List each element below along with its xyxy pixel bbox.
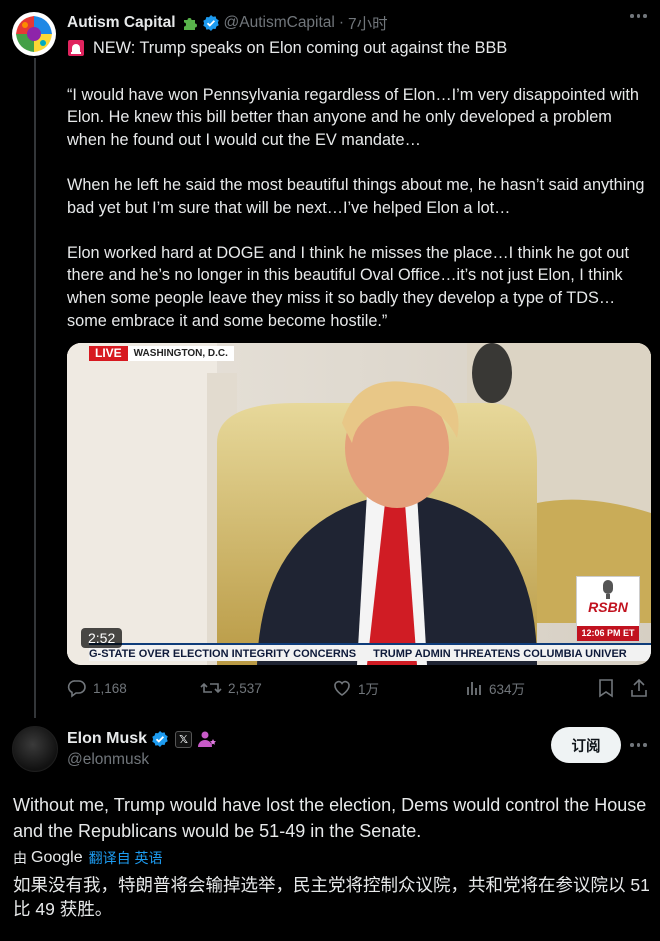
bookmark-icon (599, 679, 613, 698)
video-frame (67, 343, 651, 665)
analytics-icon (467, 682, 481, 695)
heart-icon (334, 680, 350, 696)
translate-prefix: 由 (13, 850, 27, 866)
separator-dot: · (338, 14, 345, 31)
timestamp[interactable]: 7小时 (348, 12, 388, 34)
share-button[interactable] (630, 678, 654, 698)
like-button[interactable]: 1万 (332, 678, 379, 698)
thread-connector-line (34, 58, 36, 718)
person-star-icon (197, 730, 217, 748)
rsbn-time: 12:06 PM ET (577, 626, 639, 641)
video-player[interactable]: LIVE WASHINGTON, D.C. RSBN 12:06 PM ET G… (67, 343, 651, 665)
rsbn-text: RSBN (588, 599, 628, 615)
translate-toggle-link[interactable]: 翻译自 英语 (89, 848, 163, 868)
x-affiliate-badge[interactable]: 𝕏 (175, 730, 193, 748)
bookmark-button[interactable] (597, 678, 621, 698)
headline-row: NEW: Trump speaks on Elon coming out aga… (67, 37, 652, 60)
translation-attribution: 由 Google 翻译自 英语 (13, 848, 162, 868)
rsbn-logo: RSBN 12:06 PM ET (576, 576, 640, 642)
live-label: LIVE (89, 346, 128, 361)
view-count: 634万 (489, 682, 526, 697)
verified-badge-icon[interactable] (202, 14, 220, 32)
subscribe-button[interactable]: 订阅 (551, 727, 621, 763)
video-duration: 2:52 (81, 628, 123, 648)
repost-button[interactable]: 2,537 (200, 678, 262, 698)
headline-text: NEW: Trump speaks on Elon coming out aga… (93, 39, 508, 57)
handle[interactable]: @AutismCapital (224, 14, 335, 32)
ticker-item: TRUMP ADMIN THREATENS COLUMBIA UNIVER (373, 648, 627, 660)
quote-paragraph-3: Elon worked hard at DOGE and I think he … (67, 243, 630, 330)
tweet-header: Autism Capital @AutismCapital · 7小时 (67, 12, 388, 34)
avatar[interactable] (12, 726, 58, 772)
ticker-item: G-STATE OVER ELECTION INTEGRITY CONCERNS (89, 648, 357, 660)
tweet-text: NEW: Trump speaks on Elon coming out aga… (67, 37, 652, 332)
more-options-icon[interactable] (630, 743, 647, 747)
quote-paragraph-1: “I would have won Pennsylvania regardles… (67, 85, 639, 149)
translation-provider: Google (31, 849, 83, 866)
repost-count: 2,537 (228, 680, 262, 696)
avatar[interactable] (12, 12, 56, 56)
display-name[interactable]: Elon Musk (67, 730, 147, 748)
translated-text: 如果没有我，特朗普将会输掉选举，民主党将控制众议院，共和党将在参议院以 51 比… (13, 875, 650, 919)
news-ticker: G-STATE OVER ELECTION INTEGRITY CONCERNS… (89, 643, 651, 661)
like-count: 1万 (358, 682, 380, 697)
share-icon (631, 678, 647, 697)
quote-paragraph-2: When he left he said the most beautiful … (67, 175, 645, 217)
display-name[interactable]: Autism Capital (67, 14, 176, 32)
tweet-header: Elon Musk 𝕏 (67, 728, 217, 750)
handle[interactable]: @elonmusk (67, 751, 149, 769)
reply-count: 1,168 (93, 680, 127, 696)
tweet-text: Without me, Trump would have lost the el… (13, 795, 647, 841)
reply-button[interactable]: 1,168 (67, 678, 127, 698)
tweet-actions: 1,168 2,537 1万 634万 (67, 678, 652, 700)
more-options-icon[interactable] (630, 14, 647, 18)
puzzle-piece-icon (181, 14, 199, 32)
views-button[interactable]: 634万 (465, 678, 525, 698)
reply-icon (67, 680, 86, 698)
repost-icon (200, 682, 222, 694)
siren-icon (67, 39, 85, 57)
location-label: WASHINGTON, D.C. (133, 348, 228, 359)
live-banner: LIVE WASHINGTON, D.C. (89, 346, 234, 361)
verified-badge-icon[interactable] (151, 730, 169, 748)
